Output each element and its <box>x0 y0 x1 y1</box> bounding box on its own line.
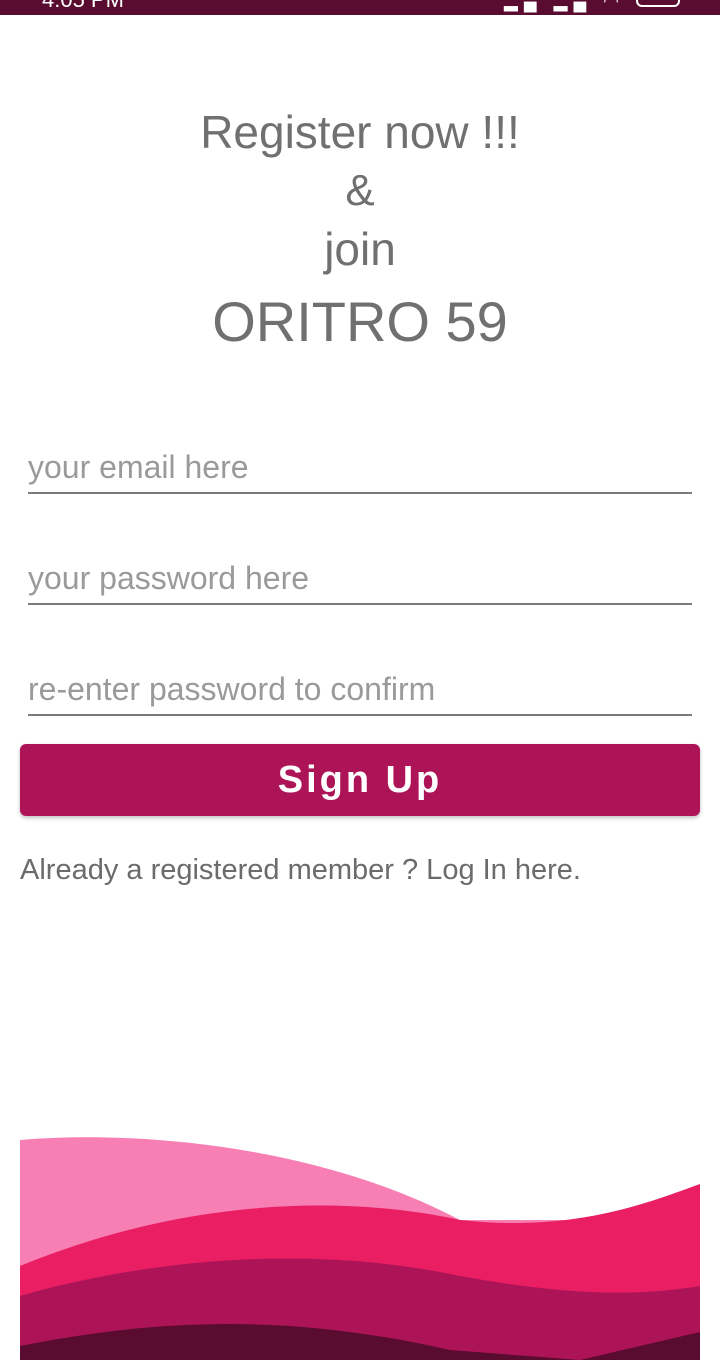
wave-decoration <box>20 1137 700 1360</box>
wifi-icon: ◠ <box>603 0 625 11</box>
status-icons: ▂▄ ▂▄ ◠ <box>504 0 680 11</box>
login-link[interactable]: Already a registered member ? Log In her… <box>20 850 581 890</box>
status-bar: 4:05 PM ▂▄ ▂▄ ◠ <box>0 0 720 15</box>
app-name: ORITRO 59 <box>212 290 508 353</box>
battery-icon <box>636 0 680 7</box>
sign-up-button[interactable]: Sign Up <box>20 744 700 816</box>
password-field[interactable] <box>28 553 692 605</box>
signal-icon: ▂▄ <box>553 0 593 11</box>
status-time: 4:05 PM <box>42 0 124 12</box>
confirm-password-field[interactable] <box>28 664 692 716</box>
join-text: join <box>324 223 396 275</box>
signal-icon: ▂▄ <box>504 0 543 11</box>
register-heading: Register now !!! <box>200 106 520 158</box>
ampersand-text: & <box>345 166 375 215</box>
email-field[interactable] <box>28 442 692 494</box>
